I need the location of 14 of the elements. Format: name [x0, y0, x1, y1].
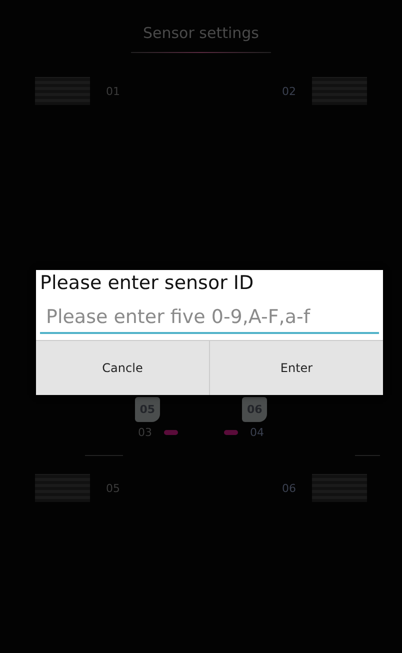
wheel-marker-icon — [224, 430, 238, 435]
blurred-label — [312, 77, 367, 105]
sensor-slot-label[interactable]: 05 — [106, 482, 120, 494]
sensor-slot-label[interactable]: 01 — [106, 84, 120, 98]
blurred-label — [35, 474, 90, 502]
dialog-title: Please enter sensor ID — [39, 271, 255, 296]
screen-title: Sensor settings — [142, 24, 259, 42]
blurred-label — [312, 474, 367, 502]
wheel-marker-icon — [164, 430, 178, 435]
sensor-slot-label[interactable]: 06 — [282, 482, 296, 494]
blurred-label — [35, 77, 90, 105]
sensor-slot-label[interactable]: 02 — [282, 84, 296, 98]
tire-label: 03 — [138, 426, 152, 439]
tire-label: 04 — [250, 426, 264, 439]
